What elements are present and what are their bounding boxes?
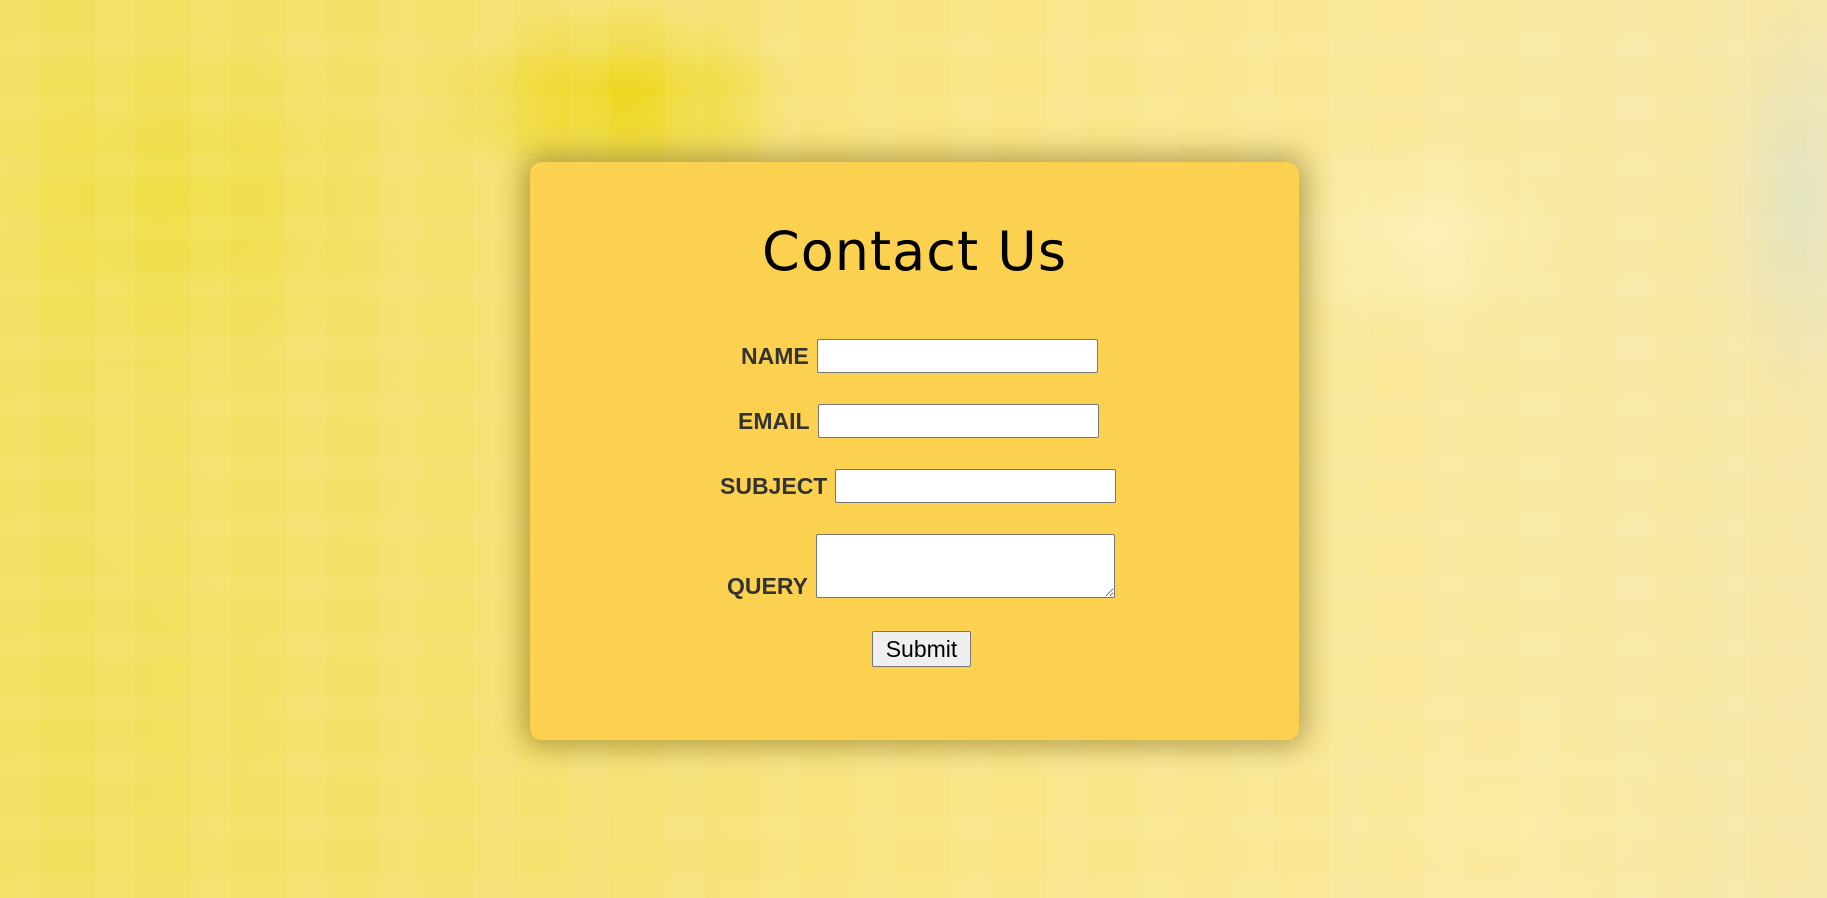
name-label: NAME — [741, 342, 809, 369]
email-row: EMAIL — [738, 404, 1099, 438]
submit-button[interactable]: Submit — [872, 631, 971, 667]
name-input[interactable] — [816, 339, 1098, 373]
subject-input[interactable] — [835, 469, 1117, 503]
query-textarea[interactable] — [815, 534, 1115, 598]
email-input[interactable] — [817, 404, 1099, 438]
contact-form-card: Contact Us NAME EMAIL SUBJECT QUERY Subm… — [530, 162, 1299, 740]
subject-row: SUBJECT — [720, 469, 1117, 503]
query-row: QUERY — [727, 534, 1115, 599]
page-title: Contact Us — [762, 220, 1067, 283]
name-row: NAME — [741, 339, 1098, 373]
subject-label: SUBJECT — [720, 472, 828, 499]
email-label: EMAIL — [738, 407, 810, 434]
query-label: QUERY — [727, 573, 808, 599]
